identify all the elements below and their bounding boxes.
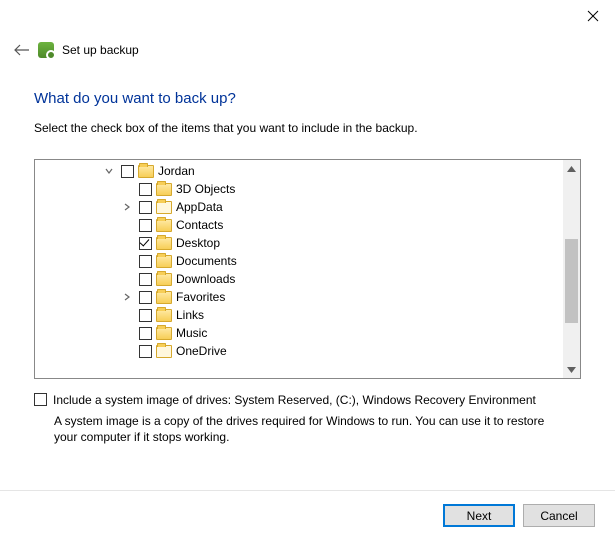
folder-icon [156,219,172,232]
collapse-icon[interactable] [101,166,117,176]
system-image-checkbox[interactable] [34,393,47,406]
tree-label: Jordan [158,162,195,180]
page-heading: What do you want to back up? [34,90,581,107]
tree-node[interactable]: Documents [35,252,563,270]
tree-label: 3D Objects [176,180,235,198]
tree-checkbox[interactable] [139,345,152,358]
expand-icon[interactable] [119,202,135,212]
footer: Next Cancel [443,504,595,527]
tree-node[interactable]: AppData [35,198,563,216]
tree-label: Downloads [176,270,235,288]
tree-node[interactable]: Links [35,306,563,324]
tree-label: AppData [176,198,223,216]
folder-icon [138,165,154,178]
tree-node[interactable]: Contacts [35,216,563,234]
folder-icon [156,345,172,358]
tree-checkbox[interactable] [139,291,152,304]
tree-checkbox[interactable] [139,309,152,322]
next-button[interactable]: Next [443,504,515,527]
app-icon [38,42,54,58]
tree-checkbox[interactable] [139,219,152,232]
tree-node[interactable]: Jordan [35,162,563,180]
folder-icon [156,201,172,214]
back-button[interactable] [14,42,30,58]
tree-label: Desktop [176,234,220,252]
tree-checkbox[interactable] [139,237,152,250]
folder-icon [156,255,172,268]
folder-icon [156,309,172,322]
tree-label: Favorites [176,288,225,306]
tree-label: Links [176,306,204,324]
tree-checkbox[interactable] [139,201,152,214]
tree-label: OneDrive [176,342,227,360]
back-arrow-icon [14,43,30,57]
tree-checkbox[interactable] [139,255,152,268]
scroll-thumb[interactable] [565,239,578,323]
page-description: Select the check box of the items that y… [34,121,581,135]
tree-checkbox[interactable] [121,165,134,178]
scrollbar[interactable] [563,160,580,378]
folder-icon [156,273,172,286]
close-icon [587,10,599,22]
tree-checkbox[interactable] [139,273,152,286]
tree-node[interactable]: OneDrive [35,342,563,360]
wizard-window: Set up backup What do you want to back u… [0,0,615,541]
tree-checkbox[interactable] [139,327,152,340]
close-button[interactable] [583,6,603,26]
scroll-track[interactable] [563,177,580,361]
expand-icon[interactable] [119,292,135,302]
tree-node[interactable]: Downloads [35,270,563,288]
window-title: Set up backup [62,43,139,57]
folder-icon [156,291,172,304]
scroll-down-button[interactable] [563,361,580,378]
footer-divider [0,490,615,491]
caret-down-icon [567,367,576,373]
system-image-note: A system image is a copy of the drives r… [54,413,564,445]
tree-view: Jordan3D ObjectsAppDataContactsDesktopDo… [34,159,581,379]
tree-node[interactable]: Desktop [35,234,563,252]
scroll-up-button[interactable] [563,160,580,177]
tree-checkbox[interactable] [139,183,152,196]
tree-node[interactable]: Favorites [35,288,563,306]
content-area: What do you want to back up? Select the … [34,80,581,445]
cancel-button[interactable]: Cancel [523,504,595,527]
caret-up-icon [567,166,576,172]
tree-node[interactable]: Music [35,324,563,342]
folder-icon [156,327,172,340]
folder-icon [156,237,172,250]
folder-icon [156,183,172,196]
header: Set up backup [14,42,139,58]
tree-label: Music [176,324,207,342]
tree-node[interactable]: 3D Objects [35,180,563,198]
system-image-label: Include a system image of drives: System… [53,393,536,407]
tree-label: Contacts [176,216,223,234]
tree-label: Documents [176,252,237,270]
system-image-option: Include a system image of drives: System… [34,393,581,407]
